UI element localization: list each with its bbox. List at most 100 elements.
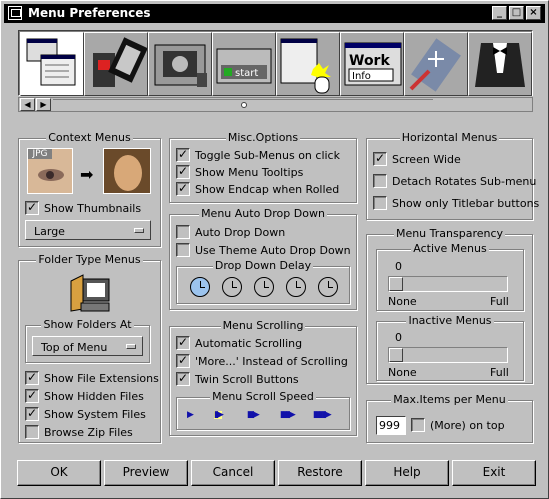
active-min-label: None bbox=[388, 295, 417, 308]
menu-transparency-group: Menu Transparency Active Menus 0 None Fu… bbox=[366, 227, 533, 384]
thumbnail-scrollbar[interactable]: ◀ ▶ bbox=[18, 97, 533, 112]
cancel-button[interactable]: Cancel bbox=[191, 460, 275, 486]
show-hidden-files-label: Show Hidden Files bbox=[44, 390, 144, 403]
active-transparency-value: 0 bbox=[395, 260, 402, 273]
delay-clock-3-icon[interactable] bbox=[254, 277, 274, 297]
menu-auto-drop-down-title: Menu Auto Drop Down bbox=[199, 207, 327, 220]
inactive-transparency-value: 0 bbox=[395, 331, 402, 344]
scroll-left-arrow-icon[interactable]: ◀ bbox=[20, 98, 35, 111]
inactive-menus-title: Inactive Menus bbox=[406, 314, 494, 327]
more-on-top-label: (More) on top bbox=[430, 419, 505, 432]
folder-type-menus-title: Folder Type Menus bbox=[36, 253, 143, 266]
eye-image: JPG bbox=[27, 148, 73, 194]
window-icon[interactable] bbox=[8, 6, 22, 20]
thumbnail-size-select[interactable]: Large bbox=[25, 220, 151, 240]
exit-button[interactable]: Exit bbox=[452, 460, 536, 486]
font-work-thumbnail[interactable]: Work Info bbox=[340, 32, 404, 96]
drop-down-delay-title: Drop Down Delay bbox=[212, 259, 314, 272]
horizontal-menus-title: Horizontal Menus bbox=[399, 131, 500, 144]
checkbox-checked-icon[interactable]: ✓ bbox=[176, 148, 190, 162]
scroll-speed-1-icon[interactable]: ▶ bbox=[187, 411, 194, 420]
maximize-button[interactable]: □ bbox=[509, 6, 524, 20]
checkbox-checked-icon[interactable]: ✓ bbox=[176, 336, 190, 350]
inactive-min-label: None bbox=[388, 366, 417, 379]
show-system-files-label: Show System Files bbox=[44, 408, 146, 421]
menu-preferences-window: Menu Preferences _ □ × start Work Info ◀… bbox=[0, 0, 549, 499]
menu-scroll-speed-title: Menu Scroll Speed bbox=[210, 390, 316, 403]
scroll-thumb[interactable] bbox=[241, 102, 247, 108]
delay-clock-5-icon[interactable] bbox=[318, 277, 338, 297]
checkbox-checked-icon[interactable]: ✓ bbox=[373, 152, 387, 166]
start-thumb-text: start bbox=[235, 68, 258, 79]
inactive-transparency-slider[interactable] bbox=[388, 347, 508, 363]
arrow-right-icon: ➡ bbox=[80, 165, 94, 184]
window-title: Menu Preferences bbox=[28, 6, 151, 20]
checkbox-unchecked-icon[interactable] bbox=[176, 243, 190, 257]
active-menus-group: Active Menus 0 None Full bbox=[376, 242, 524, 311]
slider-knob[interactable] bbox=[389, 277, 403, 291]
checkbox-checked-icon[interactable]: ✓ bbox=[176, 354, 190, 368]
dropdown-icon bbox=[126, 344, 136, 349]
show-menu-tooltips-label: Show Menu Tooltips bbox=[195, 166, 304, 179]
checkbox-unchecked-icon[interactable] bbox=[25, 425, 39, 439]
folder-position-select[interactable]: Top of Menu bbox=[32, 336, 143, 356]
toggle-submenus-label: Toggle Sub-Menus on click bbox=[195, 149, 340, 162]
delay-clock-2-icon[interactable] bbox=[222, 277, 242, 297]
active-max-label: Full bbox=[490, 295, 509, 308]
scroll-speed-2-icon[interactable]: ▮▶ bbox=[214, 411, 224, 420]
checkbox-unchecked-icon[interactable] bbox=[411, 418, 425, 432]
dropdown-icon bbox=[134, 228, 144, 233]
font-info-thumb-text: Info bbox=[352, 71, 371, 82]
detach-rotates-submenu-label: Detach Rotates Sub-menu bbox=[392, 175, 537, 188]
tuxedo-thumbnail[interactable] bbox=[468, 32, 532, 96]
menu-transparency-title: Menu Transparency bbox=[393, 227, 506, 240]
checkbox-unchecked-icon[interactable] bbox=[373, 196, 387, 210]
checkbox-checked-icon[interactable]: ✓ bbox=[25, 407, 39, 421]
menu-popup-thumbnail[interactable] bbox=[276, 32, 340, 96]
active-transparency-slider[interactable] bbox=[388, 276, 508, 292]
max-items-input[interactable]: 999 bbox=[376, 416, 406, 435]
slider-knob[interactable] bbox=[389, 348, 403, 362]
title-bar: Menu Preferences _ □ × bbox=[4, 4, 545, 23]
help-button[interactable]: Help bbox=[365, 460, 449, 486]
restore-button[interactable]: Restore bbox=[278, 460, 362, 486]
checkbox-checked-icon[interactable]: ✓ bbox=[176, 165, 190, 179]
checkbox-checked-icon[interactable]: ✓ bbox=[176, 182, 190, 196]
show-thumbnails-label: Show Thumbnails bbox=[44, 202, 142, 215]
preview-button[interactable]: Preview bbox=[104, 460, 188, 486]
folder-type-menus-group: Folder Type Menus Show Folders At Top of… bbox=[18, 253, 161, 443]
show-endcap-label: Show Endcap when Rolled bbox=[195, 183, 340, 196]
menu-scrolling-title: Menu Scrolling bbox=[220, 319, 306, 332]
misc-options-group: Misc.Options ✓ Toggle Sub-Menus on click … bbox=[169, 131, 357, 203]
scroll-speed-5-icon[interactable]: ▮▮▮▮▶ bbox=[313, 411, 332, 420]
scroll-speed-4-icon[interactable]: ▮▮▮▶ bbox=[280, 411, 296, 420]
browse-zip-files-label: Browse Zip Files bbox=[44, 426, 133, 439]
screen-wide-label: Screen Wide bbox=[392, 153, 461, 166]
checkbox-checked-icon[interactable]: ✓ bbox=[25, 371, 39, 385]
ok-button[interactable]: OK bbox=[17, 460, 101, 486]
minimize-button[interactable]: _ bbox=[492, 6, 507, 20]
delay-clock-1-icon[interactable] bbox=[190, 277, 210, 297]
checkbox-checked-icon[interactable]: ✓ bbox=[25, 201, 39, 215]
scroll-speed-3-icon[interactable]: ▮▮▶ bbox=[247, 411, 260, 420]
auto-drop-down-label: Auto Drop Down bbox=[195, 226, 286, 239]
film-thumbnail[interactable] bbox=[84, 32, 148, 96]
start-button-thumbnail[interactable]: start bbox=[212, 32, 276, 96]
camera-thumbnail[interactable] bbox=[148, 32, 212, 96]
checkbox-checked-icon[interactable]: ✓ bbox=[25, 389, 39, 403]
inactive-max-label: Full bbox=[490, 366, 509, 379]
scroll-right-arrow-icon[interactable]: ▶ bbox=[36, 98, 51, 111]
thumbnail-size-value: Large bbox=[34, 225, 65, 238]
checkbox-unchecked-icon[interactable] bbox=[373, 174, 387, 188]
close-button[interactable]: × bbox=[526, 6, 541, 20]
show-folders-at-title: Show Folders At bbox=[41, 318, 134, 331]
checkbox-checked-icon[interactable]: ✓ bbox=[176, 372, 190, 386]
face-thumbnail-image bbox=[103, 148, 151, 194]
folder-monitor-icon bbox=[69, 271, 111, 313]
checkbox-unchecked-icon[interactable] bbox=[176, 225, 190, 239]
menu-list-thumbnail[interactable] bbox=[20, 32, 84, 96]
active-menus-title: Active Menus bbox=[411, 242, 489, 255]
delay-clock-4-icon[interactable] bbox=[286, 277, 306, 297]
paint-brush-thumbnail[interactable] bbox=[404, 32, 468, 96]
folder-position-value: Top of Menu bbox=[41, 341, 108, 354]
